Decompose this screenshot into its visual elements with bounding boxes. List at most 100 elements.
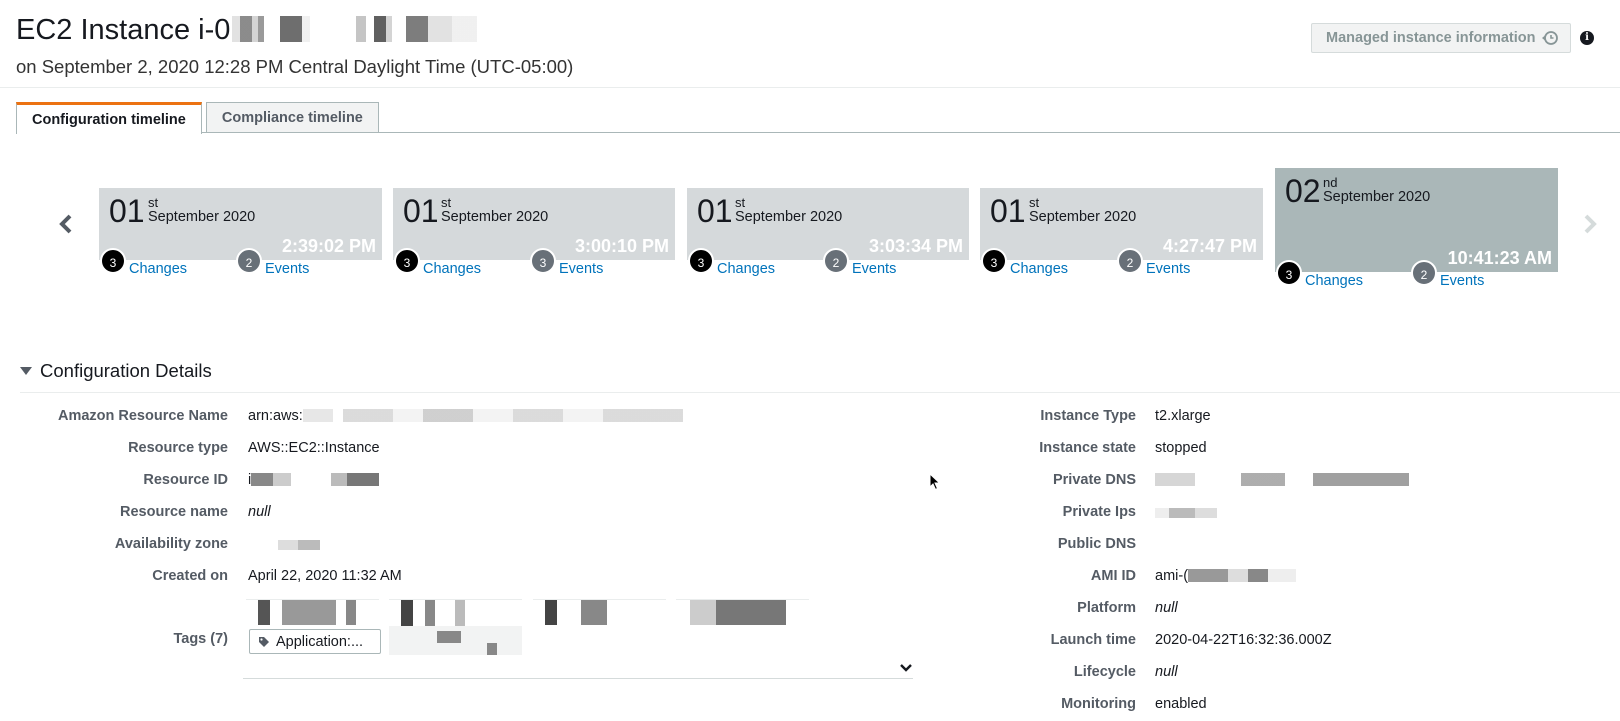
events-count-badge: 2 <box>236 248 262 274</box>
value-monitoring: enabled <box>1155 696 1207 712</box>
timeline-day: 02 <box>1285 173 1321 209</box>
value-lifecycle: null <box>1155 664 1178 680</box>
timeline-day-suffix: nd <box>1323 175 1338 190</box>
tab-configuration-timeline[interactable]: Configuration timeline <box>16 102 202 134</box>
timeline-month: September 2020 <box>735 209 843 225</box>
changes-link[interactable]: Changes <box>423 261 481 277</box>
label-instance-type: Instance Type <box>1040 408 1136 424</box>
value-launch-time: 2020-04-22T16:32:36.000Z <box>1155 632 1332 648</box>
label-public-dns: Public DNS <box>1057 536 1136 552</box>
value-availability-zone <box>248 536 320 552</box>
changes-link[interactable]: Changes <box>1010 261 1068 277</box>
label-resource-type: Resource type <box>128 440 228 456</box>
tag-chip-redacted[interactable] <box>389 599 522 655</box>
events-link[interactable]: Events <box>559 261 603 277</box>
timeline-day: 01 <box>697 193 733 229</box>
tag-chip-redacted[interactable] <box>533 599 666 625</box>
events-link[interactable]: Events <box>1440 273 1484 289</box>
header-divider <box>0 87 1620 88</box>
changes-link[interactable]: Changes <box>129 261 187 277</box>
changes-count-badge: 3 <box>1276 260 1302 286</box>
managed-instance-information-button[interactable]: Managed instance information <box>1311 23 1571 53</box>
changes-count-badge: 3 <box>981 248 1007 274</box>
label-monitoring: Monitoring <box>1061 696 1136 712</box>
chevron-right-icon[interactable] <box>1582 214 1598 234</box>
redacted-tag-fragment <box>487 643 497 655</box>
changes-count-badge: 3 <box>688 248 714 274</box>
events-count-badge: 2 <box>1411 260 1437 286</box>
tag-chip-redacted[interactable] <box>676 599 809 625</box>
page-subtitle: on September 2, 2020 12:28 PM Central Da… <box>16 56 574 77</box>
timeline-card[interactable]: 01 st September 2020 4:27:47 PM <box>980 188 1263 260</box>
timeline-card-selected[interactable]: 02 nd September 2020 10:41:23 AM <box>1275 168 1558 272</box>
label-lifecycle: Lifecycle <box>1073 664 1136 680</box>
label-amazon-resource-name: Amazon Resource Name <box>57 408 228 424</box>
tab-bar: Configuration timeline Compliance timeli… <box>16 102 379 134</box>
arn-prefix: arn:aws: <box>248 408 303 424</box>
label-platform: Platform <box>1077 600 1136 616</box>
value-created-on: April 22, 2020 11:32 AM <box>248 568 402 584</box>
managed-instance-label: Managed instance information <box>1326 30 1536 46</box>
value-resource-name: null <box>248 504 271 520</box>
timeline-day-suffix: st <box>441 195 452 210</box>
events-count-badge: 2 <box>1117 248 1143 274</box>
changes-link[interactable]: Changes <box>1305 273 1363 289</box>
tag-chip-redacted[interactable] <box>246 599 379 625</box>
chevron-down-icon[interactable] <box>899 660 913 672</box>
timeline-day-suffix: st <box>148 195 159 210</box>
value-private-dns <box>1155 472 1409 488</box>
label-tags: Tags (7) <box>173 631 228 647</box>
timeline-month: September 2020 <box>1323 189 1431 205</box>
events-count-badge: 2 <box>823 248 849 274</box>
value-platform: null <box>1155 600 1178 616</box>
redacted-arn <box>302 409 683 422</box>
tags-divider <box>243 678 913 679</box>
events-link[interactable]: Events <box>1146 261 1190 277</box>
section-divider <box>20 392 1620 393</box>
timeline-day: 01 <box>109 193 145 229</box>
chevron-left-icon[interactable] <box>58 214 74 234</box>
timeline-day-suffix: st <box>735 195 746 210</box>
mouse-cursor-icon <box>929 472 941 491</box>
tab-underline <box>16 132 1620 133</box>
timeline-card[interactable]: 01 st September 2020 3:00:10 PM <box>393 188 675 260</box>
redacted-resource-id <box>251 473 380 486</box>
events-count-badge: 3 <box>530 248 556 274</box>
label-resource-name: Resource name <box>120 504 228 520</box>
info-icon[interactable]: i <box>1580 31 1594 45</box>
events-link[interactable]: Events <box>852 261 896 277</box>
timeline-month: September 2020 <box>148 209 256 225</box>
caret-down-icon <box>20 367 32 375</box>
page-title: EC2 Instance i-0 <box>16 14 478 47</box>
configuration-details-toggle[interactable]: Configuration Details <box>20 360 212 382</box>
timeline-time: 2:39:02 PM <box>281 236 376 256</box>
timeline-day-suffix: st <box>1029 195 1040 210</box>
timeline-day: 01 <box>990 193 1026 229</box>
timeline-card[interactable]: 01 st September 2020 2:39:02 PM <box>99 188 382 260</box>
changes-count-badge: 3 <box>394 248 420 274</box>
page-title-text: EC2 Instance i-0 <box>16 14 231 46</box>
label-instance-state: Instance state <box>1039 440 1136 456</box>
redacted-tag-fragment <box>437 631 461 643</box>
label-private-dns: Private DNS <box>1052 472 1136 488</box>
timeline-month: September 2020 <box>1029 209 1137 225</box>
timeline-month: September 2020 <box>441 209 549 225</box>
value-instance-state: stopped <box>1155 440 1207 456</box>
events-link[interactable]: Events <box>265 261 309 277</box>
changes-count-badge: 3 <box>100 248 126 274</box>
timeline-time: 3:00:10 PM <box>574 236 669 256</box>
label-ami-id: AMI ID <box>1090 568 1136 584</box>
tag-chip-application[interactable]: Application:... <box>249 629 381 654</box>
value-private-ips <box>1155 504 1217 520</box>
changes-link[interactable]: Changes <box>717 261 775 277</box>
timeline-time: 4:27:47 PM <box>1162 236 1257 256</box>
value-amazon-resource-name: arn:aws: <box>248 408 683 424</box>
value-resource-id: i <box>248 472 380 488</box>
redacted-private-ips <box>1155 508 1217 518</box>
redacted-instance-id <box>232 16 478 42</box>
tab-compliance-timeline[interactable]: Compliance timeline <box>205 102 379 133</box>
redacted-ami-id <box>1188 569 1297 582</box>
ami-id-prefix: ami-( <box>1155 568 1189 584</box>
timeline-time: 10:41:23 AM <box>1447 248 1552 268</box>
label-availability-zone: Availability zone <box>114 536 228 552</box>
